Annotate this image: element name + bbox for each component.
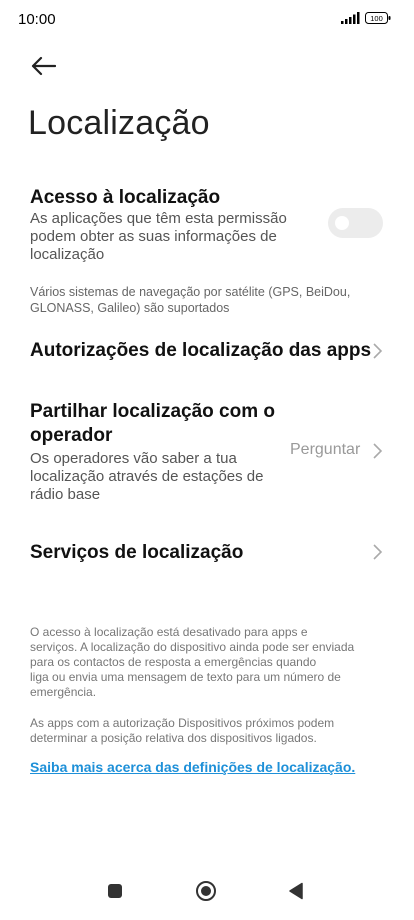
note-line: GLONASS, Galileo) são suportados bbox=[30, 301, 230, 315]
description-line: rádio base bbox=[30, 486, 101, 503]
location-access-title: Acesso à localização bbox=[30, 187, 221, 208]
footer-line: para os contactos de resposta a emergênc… bbox=[30, 655, 317, 669]
navigation-bar bbox=[0, 868, 414, 920]
description-line: podem obter as suas informações de bbox=[30, 228, 277, 245]
note-line: Vários sistemas de navegação por satélit… bbox=[30, 285, 351, 299]
home-circle-icon bbox=[196, 881, 216, 901]
learn-more-link[interactable]: Saiba mais acerca das definições de loca… bbox=[30, 759, 355, 775]
nearby-devices-text: As apps com a autorização Dispositivos p… bbox=[30, 716, 390, 746]
footer-line: O acesso à localização está desativado p… bbox=[30, 625, 308, 639]
chevron-right-icon bbox=[373, 443, 383, 459]
location-services-row[interactable]: Serviços de localização bbox=[0, 532, 414, 574]
arrow-left-icon bbox=[31, 56, 56, 76]
location-access-toggle[interactable] bbox=[328, 208, 383, 238]
back-button[interactable] bbox=[28, 52, 58, 80]
description-line: As aplicações que têm esta permissão bbox=[30, 210, 287, 227]
status-time: 10:00 bbox=[18, 11, 56, 28]
description-line: Os operadores vão saber a tua bbox=[30, 450, 237, 467]
page-title: Localização bbox=[28, 104, 210, 142]
nav-back-button[interactable] bbox=[281, 876, 311, 906]
footer-line: determinar a posição relativa dos dispos… bbox=[30, 731, 317, 745]
toggle-knob bbox=[335, 216, 349, 230]
footer-line: liga ou envia uma mensagem de texto para… bbox=[30, 670, 341, 684]
chevron-right-icon bbox=[373, 343, 383, 359]
share-with-carrier-description: Os operadores vão saber a tua localizaçã… bbox=[30, 450, 263, 504]
recents-square-icon bbox=[108, 884, 122, 898]
recents-button[interactable] bbox=[100, 876, 130, 906]
app-permissions-title: Autorizações de localização das apps bbox=[30, 340, 372, 361]
gnss-note: Vários sistemas de navegação por satélit… bbox=[30, 284, 350, 316]
footer-line: serviços. A localização do dispositivo a… bbox=[30, 640, 355, 654]
app-permissions-row[interactable]: Autorizações de localização das apps bbox=[0, 330, 414, 372]
status-bar: 10:00 100 bbox=[0, 0, 414, 40]
battery-icon: 100 bbox=[365, 12, 391, 24]
battery-level: 100 bbox=[370, 14, 383, 23]
emergency-info-text: O acesso à localização está desativado p… bbox=[30, 625, 390, 700]
location-services-title: Serviços de localização bbox=[30, 542, 244, 563]
title-line: Partilhar localização com o bbox=[30, 401, 275, 422]
share-with-carrier-title: Partilhar localização com o operador bbox=[30, 400, 275, 448]
title-line: operador bbox=[30, 425, 113, 446]
share-with-carrier-row[interactable]: Partilhar localização com o operador Os … bbox=[0, 398, 414, 506]
back-triangle-icon bbox=[289, 882, 303, 900]
description-line: localização através de estações de bbox=[30, 468, 264, 485]
location-access-description: As aplicações que têm esta permissão pod… bbox=[30, 210, 287, 264]
location-access-row[interactable]: Acesso à localização As aplicações que t… bbox=[0, 180, 414, 270]
footer-line: As apps com a autorização Dispositivos p… bbox=[30, 716, 335, 730]
chevron-right-icon bbox=[373, 544, 383, 560]
footer-line: emergência. bbox=[30, 685, 97, 699]
home-button[interactable] bbox=[191, 876, 221, 906]
description-line: localização bbox=[30, 246, 105, 263]
share-with-carrier-value: Perguntar bbox=[290, 441, 361, 458]
signal-icon bbox=[341, 12, 360, 24]
